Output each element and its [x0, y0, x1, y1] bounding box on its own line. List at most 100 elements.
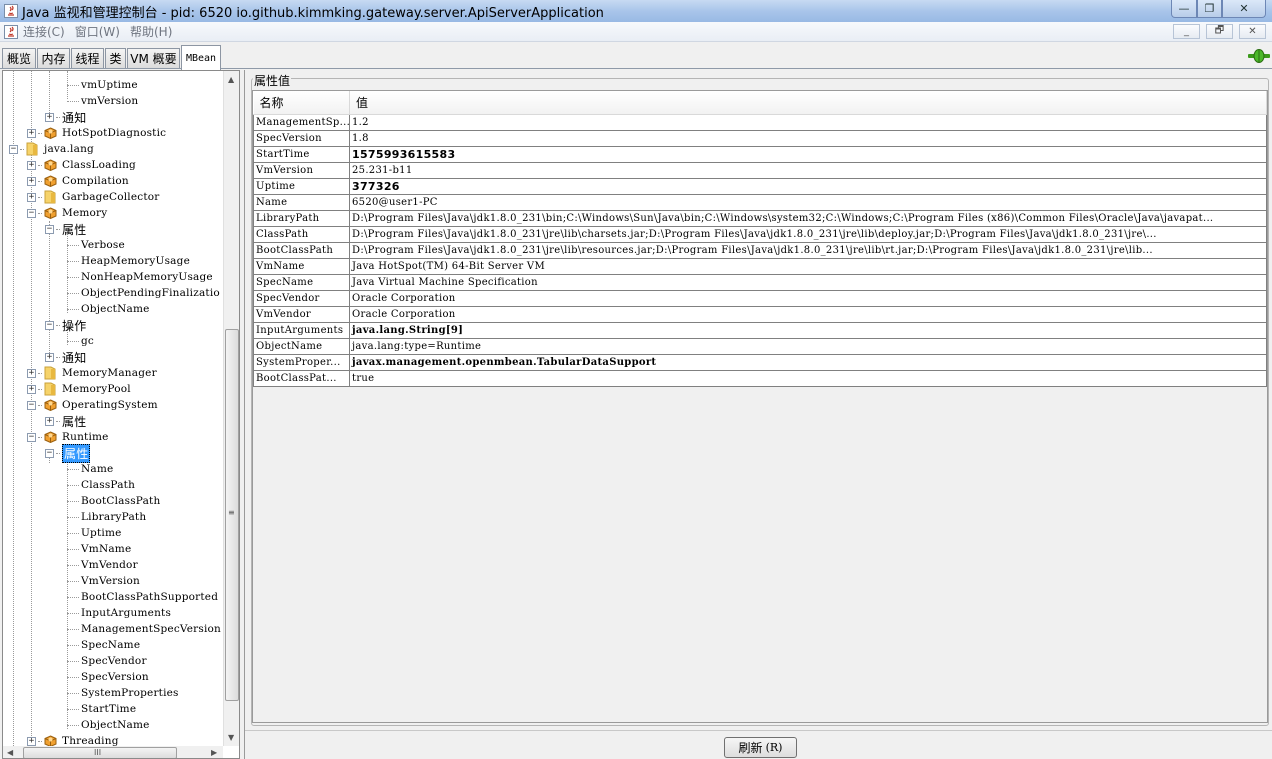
- expand-icon[interactable]: +: [45, 352, 54, 362]
- tab-threads[interactable]: 线程: [71, 48, 104, 68]
- tree-node[interactable]: + Compilation: [27, 173, 129, 189]
- attribute-name-cell[interactable]: SpecVersion: [253, 129, 350, 147]
- scroll-up-arrow-icon[interactable]: ▲: [228, 75, 234, 84]
- window-maximize-button[interactable]: ❐: [1197, 0, 1222, 18]
- menu-window[interactable]: 窗口(W): [75, 23, 120, 40]
- table-row[interactable]: BootClassPat... true: [253, 369, 1267, 387]
- attribute-value-cell[interactable]: Java HotSpot(TM) 64-Bit Server VM: [349, 257, 1267, 275]
- menu-connection[interactable]: 连接(C): [23, 23, 65, 40]
- attribute-name-cell[interactable]: ObjectName: [253, 337, 350, 355]
- scroll-right-arrow-icon[interactable]: ▶: [211, 748, 217, 757]
- attribute-value-cell[interactable]: Oracle Corporation: [349, 289, 1267, 307]
- attribute-value-cell[interactable]: java.lang.String[9]: [349, 321, 1267, 339]
- internal-close-button[interactable]: ✕: [1239, 24, 1266, 39]
- tree-node[interactable]: ObjectPendingFinalizatio: [67, 285, 220, 301]
- attribute-name-cell[interactable]: SystemProper...: [253, 353, 350, 371]
- attribute-name-cell[interactable]: SpecName: [253, 273, 350, 291]
- tab-memory[interactable]: 内存: [37, 48, 70, 68]
- collapse-icon[interactable]: −: [9, 144, 18, 154]
- tree-node[interactable]: NonHeapMemoryUsage: [67, 269, 213, 285]
- tree-node[interactable]: VmVendor: [67, 557, 138, 573]
- tree-node[interactable]: ManagementSpecVersion: [67, 621, 221, 637]
- attribute-value-cell[interactable]: D:\Program Files\Java\jdk1.8.0_231\jre\l…: [349, 241, 1267, 259]
- table-row[interactable]: SpecVersion 1.8: [253, 129, 1267, 147]
- tree-node[interactable]: − Memory: [27, 205, 107, 221]
- collapse-icon[interactable]: −: [45, 320, 54, 330]
- tree-node[interactable]: SpecName: [67, 637, 140, 653]
- attribute-name-cell[interactable]: ManagementSp...: [253, 113, 350, 131]
- expand-icon[interactable]: +: [27, 160, 36, 170]
- attribute-name-cell[interactable]: VmVendor: [253, 305, 350, 323]
- table-row[interactable]: VmName Java HotSpot(TM) 64-Bit Server VM: [253, 257, 1267, 275]
- tree-node[interactable]: LibraryPath: [67, 509, 146, 525]
- expand-icon[interactable]: +: [27, 736, 36, 746]
- attribute-value-cell[interactable]: 6520@user1-PC: [349, 193, 1267, 211]
- collapse-icon[interactable]: −: [45, 448, 54, 458]
- tree-node[interactable]: SystemProperties: [67, 685, 179, 701]
- tree-node[interactable]: + Threading: [27, 733, 119, 746]
- tree-vertical-scrollbar[interactable]: ▲ ≡ ▼: [223, 71, 239, 746]
- attribute-name-cell[interactable]: BootClassPat...: [253, 369, 350, 387]
- table-row[interactable]: ObjectName java.lang:type=Runtime: [253, 337, 1267, 355]
- attribute-name-cell[interactable]: SpecVendor: [253, 289, 350, 307]
- tree-node[interactable]: VmName: [67, 541, 131, 557]
- attribute-value-cell[interactable]: 1.8: [349, 129, 1267, 147]
- column-header-value[interactable]: 值: [349, 91, 1267, 115]
- table-row[interactable]: VmVersion 25.231-b11: [253, 161, 1267, 179]
- tree-node[interactable]: ClassPath: [67, 477, 135, 493]
- window-close-button[interactable]: ✕: [1222, 0, 1266, 18]
- tree-node[interactable]: StartTime: [67, 701, 136, 717]
- tree-node[interactable]: + 通知: [45, 349, 86, 365]
- window-minimize-button[interactable]: —: [1171, 0, 1197, 18]
- attribute-value-cell[interactable]: Oracle Corporation: [349, 305, 1267, 323]
- table-row[interactable]: BootClassPath D:\Program Files\Java\jdk1.…: [253, 241, 1267, 259]
- attribute-value-cell[interactable]: true: [349, 369, 1267, 387]
- table-row[interactable]: StartTime 1575993615583: [253, 145, 1267, 163]
- collapse-icon[interactable]: −: [27, 432, 36, 442]
- table-row[interactable]: ClassPath D:\Program Files\Java\jdk1.8.0_…: [253, 225, 1267, 243]
- attribute-name-cell[interactable]: Name: [253, 193, 350, 211]
- expand-icon[interactable]: +: [27, 384, 36, 394]
- mbean-tree[interactable]: vmUptime vmVersion + 通知 + HotSpotDiagnostic − j…: [3, 71, 223, 746]
- tree-node[interactable]: HeapMemoryUsage: [67, 253, 190, 269]
- tree-scroll-thumb[interactable]: ≡: [225, 329, 239, 701]
- column-header-name[interactable]: 名称: [253, 91, 350, 115]
- tree-node[interactable]: Verbose: [67, 237, 125, 253]
- expand-icon[interactable]: +: [27, 192, 36, 202]
- tree-node[interactable]: − 属性: [45, 443, 91, 463]
- tree-node[interactable]: Uptime: [67, 525, 122, 541]
- tree-node[interactable]: + 属性: [45, 413, 86, 429]
- tree-node[interactable]: + HotSpotDiagnostic: [27, 125, 166, 141]
- tree-node[interactable]: SpecVersion: [67, 669, 149, 685]
- attribute-name-cell[interactable]: ClassPath: [253, 225, 350, 243]
- java-app-icon[interactable]: [4, 24, 18, 39]
- collapse-icon[interactable]: −: [27, 400, 36, 410]
- table-row[interactable]: Name 6520@user1-PC: [253, 193, 1267, 211]
- expand-icon[interactable]: +: [27, 128, 36, 138]
- scroll-down-arrow-icon[interactable]: ▼: [228, 733, 234, 742]
- attribute-value-cell[interactable]: 1.2: [349, 113, 1267, 131]
- tree-horizontal-scrollbar[interactable]: ◀ III ▶: [3, 746, 223, 758]
- tree-node[interactable]: BootClassPathSupported: [67, 589, 218, 605]
- tree-node[interactable]: VmVersion: [67, 573, 140, 589]
- expand-icon[interactable]: +: [27, 368, 36, 378]
- tree-node[interactable]: + ClassLoading: [27, 157, 136, 173]
- tree-node[interactable]: InputArguments: [67, 605, 171, 621]
- attribute-name-cell[interactable]: Uptime: [253, 177, 350, 195]
- expand-icon[interactable]: +: [45, 112, 54, 122]
- attribute-value-cell[interactable]: D:\Program Files\Java\jdk1.8.0_231\jre\l…: [349, 225, 1267, 243]
- tab-overview[interactable]: 概览: [2, 48, 36, 68]
- tree-node[interactable]: − java.lang: [9, 141, 94, 157]
- connection-status-icon[interactable]: [1248, 49, 1270, 63]
- tab-classes[interactable]: 类: [105, 48, 126, 68]
- attribute-name-cell[interactable]: BootClassPath: [253, 241, 350, 259]
- table-row[interactable]: ManagementSp... 1.2: [253, 113, 1267, 131]
- scroll-left-arrow-icon[interactable]: ◀: [7, 748, 13, 757]
- tab-vm-summary[interactable]: VM 概要: [127, 48, 180, 68]
- tree-node[interactable]: vmUptime: [67, 77, 138, 93]
- tree-node[interactable]: BootClassPath: [67, 493, 160, 509]
- table-row[interactable]: SpecName Java Virtual Machine Specificati…: [253, 273, 1267, 291]
- tree-node[interactable]: − OperatingSystem: [27, 397, 158, 413]
- internal-restore-button[interactable]: 🗗: [1206, 24, 1233, 39]
- menu-help[interactable]: 帮助(H): [130, 23, 172, 40]
